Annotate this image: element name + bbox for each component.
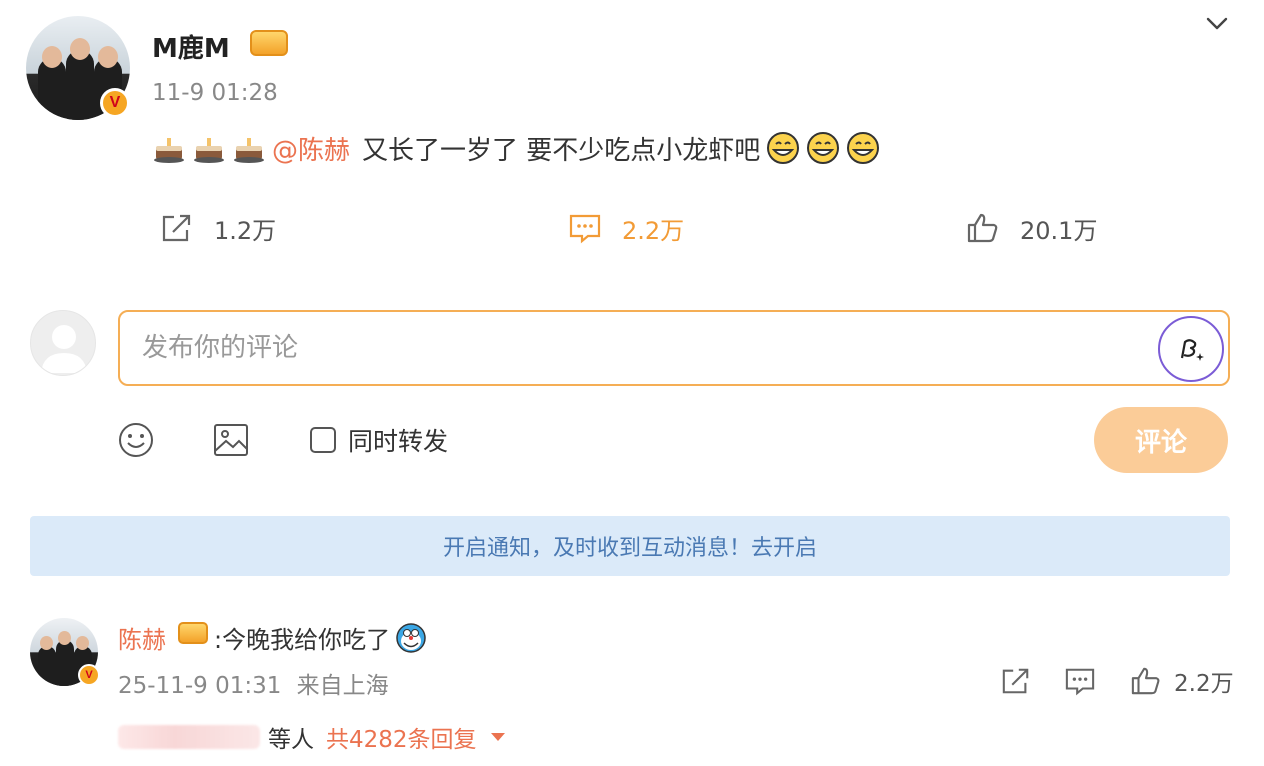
cake-icon <box>154 138 184 163</box>
checkbox-icon[interactable] <box>310 427 336 453</box>
comment-icon <box>1065 668 1095 696</box>
reply-comment-button[interactable] <box>1064 664 1096 698</box>
post-content: @陈赫 又长了一岁了 要不少吃点小龙虾吧 <box>152 130 880 166</box>
share-icon <box>1002 668 1029 694</box>
doraemon-emoji-icon <box>396 622 426 653</box>
reply-like-button[interactable]: 2.2万 <box>1130 664 1234 698</box>
submit-comment-button[interactable]: 评论 <box>1094 407 1228 473</box>
comment-button[interactable]: 2.2万 <box>568 208 684 248</box>
comment-input-box[interactable] <box>118 310 1230 386</box>
ai-write-button[interactable] <box>1158 316 1224 382</box>
like-button[interactable]: 20.1万 <box>966 208 1097 248</box>
share-count: 1.2万 <box>214 216 277 245</box>
reply-share-button[interactable] <box>1000 664 1032 698</box>
comment-icon <box>569 214 601 244</box>
comment-input[interactable] <box>142 326 1122 370</box>
repost-checkbox[interactable]: 同时转发 <box>310 420 448 460</box>
post-username[interactable]: M鹿M <box>152 28 230 65</box>
cake-icon <box>234 138 264 163</box>
share-button[interactable]: 1.2万 <box>160 208 276 248</box>
vip-crown-icon <box>178 622 208 644</box>
image-upload-button[interactable] <box>212 420 250 460</box>
like-count: 20.1万 <box>1020 216 1098 245</box>
grin-emoji-icon <box>807 132 840 164</box>
thumbs-up-icon <box>1131 667 1160 695</box>
mention-link[interactable]: @陈赫 <box>272 130 350 167</box>
reply-location: 来自上海 <box>296 673 389 699</box>
notification-banner[interactable]: 开启通知，及时收到互动消息！去开启 <box>30 516 1230 576</box>
reply-text: :今晚我给你吃了 <box>214 626 391 654</box>
caret-down-icon <box>490 733 505 741</box>
blurred-usernames <box>118 725 260 749</box>
comment-count: 2.2万 <box>622 216 685 245</box>
reply-content: :今晚我给你吃了 <box>214 620 428 655</box>
default-avatar-icon <box>41 325 87 373</box>
emoji-picker-button[interactable] <box>118 420 154 460</box>
current-user-avatar[interactable] <box>30 310 96 376</box>
post-text: 又长了一岁了 要不少吃点小龙虾吧 <box>362 135 761 166</box>
vip-crown-icon <box>250 30 288 56</box>
replies-expander[interactable]: 等人 共4282条回复 <box>118 720 505 754</box>
verified-badge: V <box>78 664 100 686</box>
smiley-icon <box>119 423 153 457</box>
verified-badge: V <box>100 88 130 118</box>
share-icon <box>162 214 191 242</box>
reply-count[interactable]: 共4282条回复 <box>326 720 477 754</box>
reply-username[interactable]: 陈赫 <box>118 620 166 655</box>
others-label: 等人 <box>268 727 314 753</box>
reply-meta: 25-11-9 01:31 来自上海 <box>118 666 389 700</box>
grin-emoji-icon <box>847 132 880 164</box>
image-icon <box>214 424 248 456</box>
cake-icon <box>194 138 224 163</box>
reply-time: 25-11-9 01:31 <box>118 673 282 699</box>
chevron-down-icon[interactable] <box>1204 10 1230 36</box>
post-timestamp[interactable]: 11-9 01:28 <box>152 80 278 106</box>
pen-sparkle-icon <box>1180 339 1204 361</box>
repost-label: 同时转发 <box>348 427 449 456</box>
thumbs-up-icon <box>967 213 998 243</box>
grin-emoji-icon <box>767 132 800 164</box>
reply-like-count: 2.2万 <box>1174 671 1234 697</box>
